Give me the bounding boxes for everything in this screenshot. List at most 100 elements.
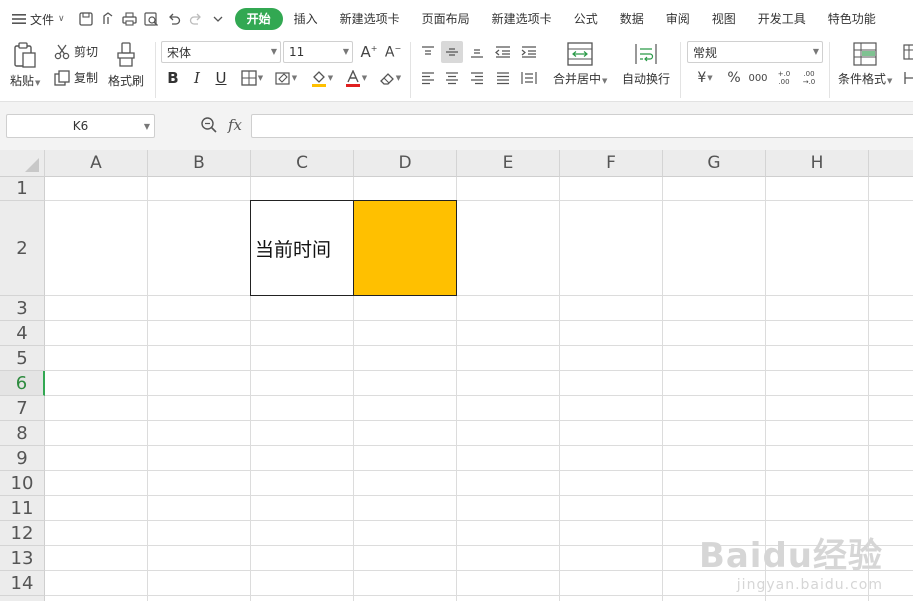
decrease-font-icon: A−	[384, 43, 402, 61]
paste-button[interactable]: 粘贴▼	[10, 42, 40, 89]
tab-new-tab-1[interactable]: 新建选项卡	[329, 8, 411, 30]
column-header-d[interactable]: D	[354, 150, 457, 177]
decrease-decimal-button[interactable]: .00 →.0	[798, 67, 820, 89]
decrease-font-size-button[interactable]: A−	[382, 41, 404, 63]
thousands-separator-button[interactable]: 000	[747, 67, 769, 89]
increase-decimal-icon: +.0 .00	[777, 70, 791, 86]
row-header-6[interactable]: 6	[0, 371, 45, 396]
insert-function-button[interactable]: fx	[228, 116, 242, 134]
tab-review[interactable]: 审阅	[655, 8, 701, 30]
column-header-h[interactable]: H	[766, 150, 869, 177]
align-bottom-button[interactable]	[466, 41, 488, 63]
fill-color-button[interactable]: ▼	[307, 67, 337, 89]
save-icon[interactable]	[75, 8, 97, 30]
number-format-select[interactable]: 常规 ▼	[687, 41, 823, 63]
cell-d2[interactable]	[353, 200, 457, 296]
column-header-i[interactable]	[869, 150, 913, 177]
tab-special-features[interactable]: 特色功能	[817, 8, 887, 30]
export-icon[interactable]	[97, 8, 119, 30]
cut-button[interactable]: 剪切	[54, 43, 98, 60]
align-center-button[interactable]	[441, 67, 463, 89]
row-header-15[interactable]	[0, 596, 45, 601]
conditional-format-button[interactable]: 条件格式▼	[838, 42, 892, 87]
customize-toolbar-icon[interactable]	[207, 8, 229, 30]
row-header-9[interactable]: 9	[0, 446, 45, 471]
chevron-down-icon: ▼	[812, 47, 819, 56]
formula-tools: fx	[200, 116, 242, 134]
column-header-a[interactable]: A	[45, 150, 148, 177]
chevron-down-icon: ∨	[58, 14, 65, 24]
row-header-5[interactable]: 5	[0, 346, 45, 371]
row-header-4[interactable]: 4	[0, 321, 45, 346]
underline-button[interactable]: U	[210, 67, 232, 89]
divider	[680, 42, 681, 98]
row-header-10[interactable]: 10	[0, 471, 45, 496]
row-header-13[interactable]: 13	[0, 546, 45, 571]
row-header-8[interactable]: 8	[0, 421, 45, 446]
name-box[interactable]: K6 ▼	[6, 114, 155, 138]
row-header-12[interactable]: 12	[0, 521, 45, 546]
formula-input[interactable]	[251, 114, 913, 138]
column-header-g[interactable]: G	[663, 150, 766, 177]
cell-style-button[interactable]	[903, 70, 913, 86]
distributed-align-button[interactable]	[518, 67, 540, 89]
file-menu-button[interactable]: 文件 ∨	[12, 7, 65, 31]
tab-home[interactable]: 开始	[234, 8, 283, 30]
borders-button[interactable]: ▼	[237, 67, 267, 89]
gridline	[45, 295, 913, 296]
justify-button[interactable]	[492, 67, 514, 89]
row-header-14[interactable]: 14	[0, 571, 45, 596]
font-color-button[interactable]: ▼	[341, 67, 371, 89]
column-header-b[interactable]: B	[148, 150, 251, 177]
align-right-button[interactable]	[466, 67, 488, 89]
tab-developer[interactable]: 开发工具	[747, 8, 817, 30]
wrap-text-button[interactable]: 自动换行	[622, 42, 670, 87]
redo-icon[interactable]	[185, 8, 207, 30]
table-style-button[interactable]	[903, 44, 913, 60]
row-header-7[interactable]: 7	[0, 396, 45, 421]
cell-c2[interactable]: 当前时间	[250, 200, 354, 296]
menu-bar: 文件 ∨ 开始 插入 新建选项卡 页面布局 新建选项卡 公式 数据 审阅 视图 …	[0, 0, 913, 38]
select-all-button[interactable]	[0, 150, 45, 177]
increase-decimal-button[interactable]: +.0 .00	[773, 67, 795, 89]
align-left-button[interactable]	[417, 67, 439, 89]
row-header-11[interactable]: 11	[0, 496, 45, 521]
italic-button[interactable]: I	[186, 67, 208, 89]
decrease-indent-button[interactable]	[492, 41, 514, 63]
underline-icon: U	[215, 69, 227, 87]
increase-font-size-button[interactable]: A+	[358, 41, 380, 63]
row-header-2[interactable]: 2	[0, 201, 45, 296]
copy-label: 复制	[74, 71, 99, 85]
clear-button[interactable]: ▼	[375, 67, 405, 89]
gridline	[45, 445, 913, 446]
fill-style-button[interactable]: ▼	[271, 67, 301, 89]
currency-button[interactable]: ¥ ▼	[690, 67, 720, 89]
tab-view[interactable]: 视图	[701, 8, 747, 30]
number-format-value: 常规	[693, 45, 718, 60]
percent-button[interactable]: %	[723, 67, 745, 89]
tab-new-tab-2[interactable]: 新建选项卡	[481, 8, 563, 30]
align-top-button[interactable]	[417, 41, 439, 63]
align-middle-button[interactable]	[441, 41, 463, 63]
column-header-e[interactable]: E	[457, 150, 560, 177]
print-preview-icon[interactable]	[141, 8, 163, 30]
print-icon[interactable]	[119, 8, 141, 30]
row-header-1[interactable]: 1	[0, 177, 45, 201]
column-header-c[interactable]: C	[251, 150, 354, 177]
increase-indent-button[interactable]	[518, 41, 540, 63]
tab-formulas[interactable]: 公式	[563, 8, 609, 30]
column-header-f[interactable]: F	[560, 150, 663, 177]
bold-button[interactable]: B	[162, 67, 184, 89]
font-size-select[interactable]: 11 ▼	[283, 41, 353, 63]
undo-icon[interactable]	[163, 8, 185, 30]
font-name-select[interactable]: 宋体 ▼	[161, 41, 281, 63]
copy-button[interactable]: 复制	[54, 69, 98, 86]
magnifier-icon[interactable]	[200, 116, 218, 134]
merge-center-button[interactable]: 合并居中▼	[553, 42, 607, 87]
row-header-3[interactable]: 3	[0, 296, 45, 321]
tab-data[interactable]: 数据	[609, 8, 655, 30]
tab-page-layout[interactable]: 页面布局	[411, 8, 481, 30]
format-painter-button[interactable]: 格式刷	[108, 42, 144, 89]
tab-insert[interactable]: 插入	[283, 8, 329, 30]
formula-bar: K6 ▼ fx	[0, 102, 913, 150]
